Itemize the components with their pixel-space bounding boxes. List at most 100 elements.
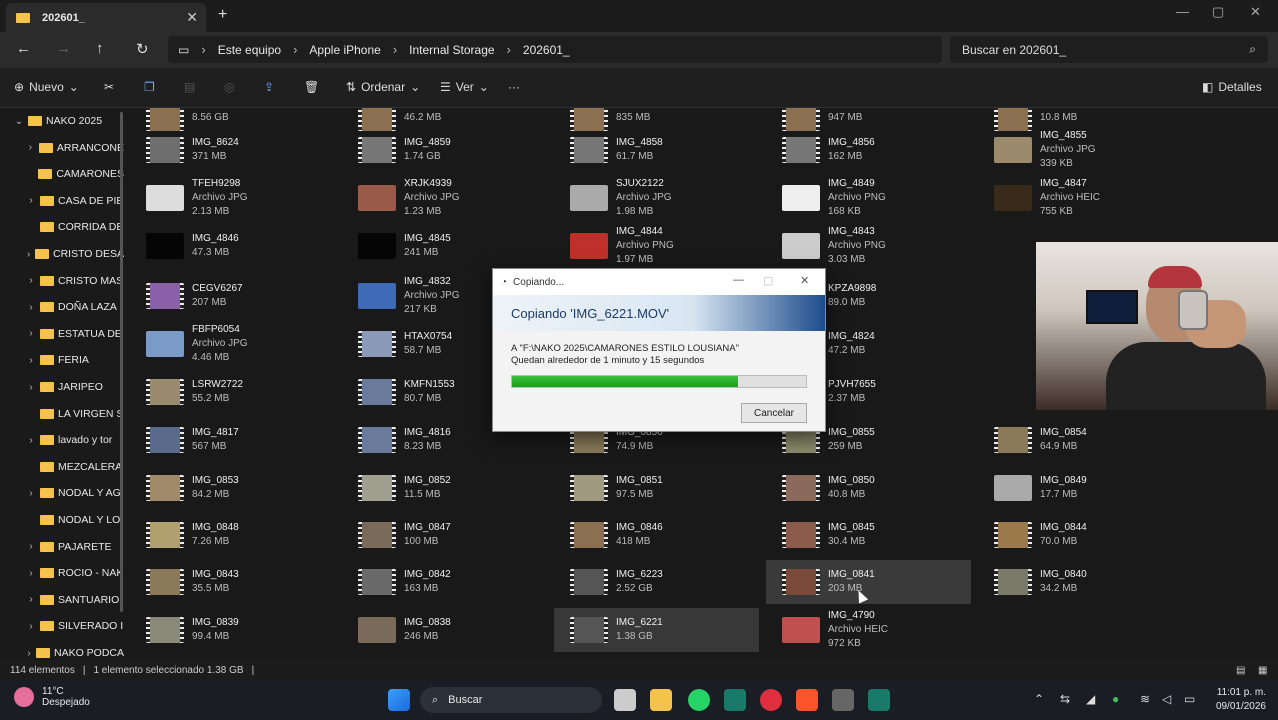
file-item[interactable]: IMG_0843 35.5 MB (130, 560, 335, 604)
address-bar[interactable]: ▭ › Este equipo › Apple iPhone › Interna… (168, 36, 942, 63)
sort-button[interactable]: ⇅ Ordenar ⌄ (346, 80, 420, 94)
file-item[interactable]: IMG_0853 84.2 MB (130, 466, 335, 510)
wifi-icon[interactable]: ≋ (1140, 692, 1150, 706)
chevron-right-icon[interactable]: › (24, 195, 38, 206)
file-item[interactable]: IMG_0847 100 MB (342, 513, 547, 557)
file-item[interactable]: XRJK4939 Archivo JPG 1.23 MB (342, 176, 547, 220)
sidebar-item[interactable]: › NAKO PODCA (0, 641, 124, 660)
sidebar-item[interactable]: NODAL Y LO (0, 508, 124, 532)
breadcrumb-202601[interactable]: 202601_ (523, 43, 570, 57)
chevron-right-icon[interactable]: › (24, 142, 37, 153)
windows-start-icon[interactable] (388, 689, 410, 711)
file-item[interactable]: IMG_0852 11.5 MB (342, 466, 547, 510)
file-item[interactable]: IMG_0851 97.5 MB (554, 466, 759, 510)
chevron-right-icon[interactable]: › (24, 355, 38, 366)
file-item[interactable]: IMG_0849 17.7 MB (978, 466, 1183, 510)
file-item[interactable]: IMG_6221 1.38 GB (554, 608, 759, 652)
file-item[interactable]: SJUX2122 Archivo JPG 1.98 MB (554, 176, 759, 220)
paste-icon[interactable]: ▤ (184, 80, 195, 94)
minimize-button[interactable]: — (1176, 4, 1189, 19)
details-view-icon[interactable]: ▤ (1236, 665, 1245, 676)
whatsapp-icon[interactable] (688, 689, 710, 711)
tab-202601[interactable]: 202601_ ✕ (6, 3, 206, 32)
up-arrow-icon[interactable]: ↑ (96, 40, 104, 57)
sidebar-item[interactable]: › SILVERADO I (0, 614, 124, 638)
new-tab-button[interactable]: + (218, 6, 227, 24)
file-item[interactable]: IMG_0844 70.0 MB (978, 513, 1183, 557)
chevron-right-icon[interactable]: › (24, 328, 38, 339)
tab-close-icon[interactable]: ✕ (186, 9, 198, 26)
sidebar-item[interactable]: CORRIDA DE (0, 215, 124, 239)
weather-widget[interactable]: 11°C Despejado (14, 686, 90, 708)
brave-browser-icon[interactable] (796, 689, 818, 711)
tray-icon[interactable]: ⇆ (1060, 692, 1070, 706)
chevron-up-icon[interactable]: ⌃ (1034, 692, 1044, 706)
sidebar-item[interactable]: › SANTUARIO (0, 588, 124, 612)
share-icon[interactable]: ⇪ (264, 80, 274, 94)
file-item[interactable]: LSRW2722 55.2 MB (130, 370, 335, 414)
app-icon[interactable] (760, 689, 782, 711)
tray-icon[interactable]: ◢ (1086, 692, 1095, 706)
file-item[interactable]: IMG_0838 246 MB (342, 608, 547, 652)
dialog-close-button[interactable]: ✕ (800, 274, 809, 287)
file-item[interactable]: IMG_0850 40.8 MB (766, 466, 971, 510)
file-explorer-icon[interactable] (650, 689, 672, 711)
file-item[interactable]: IMG_0854 64.9 MB (978, 418, 1183, 462)
back-arrow-icon[interactable]: ← (16, 40, 31, 57)
chevron-right-icon[interactable]: › (24, 249, 33, 260)
file-item[interactable]: IMG_4856 162 MB (766, 128, 971, 172)
file-item[interactable]: IMG_0840 34.2 MB (978, 560, 1183, 604)
chevron-right-icon[interactable]: › (24, 594, 38, 605)
file-item[interactable]: IMG_4859 1.74 GB (342, 128, 547, 172)
chevron-right-icon[interactable]: › (24, 382, 38, 393)
sidebar-item[interactable]: ⌄ NAKO 2025 (0, 109, 124, 133)
chevron-right-icon[interactable]: › (24, 488, 38, 499)
file-item[interactable]: IMG_4846 47.3 MB (130, 224, 335, 268)
chevron-right-icon[interactable]: › (24, 275, 38, 286)
chevron-right-icon[interactable]: › (24, 302, 38, 313)
file-item[interactable]: IMG_4845 241 MB (342, 224, 547, 268)
chevron-right-icon[interactable]: › (24, 621, 38, 632)
file-item[interactable]: IMG_0845 30.4 MB (766, 513, 971, 557)
app-icon[interactable] (724, 689, 746, 711)
file-item[interactable]: IMG_4847 Archivo HEIC 755 KB (978, 176, 1183, 220)
file-item[interactable]: IMG_0839 99.4 MB (130, 608, 335, 652)
maximize-button[interactable]: ▢ (1212, 4, 1224, 20)
chevron-right-icon[interactable]: › (24, 648, 34, 659)
sidebar-item[interactable]: › CRISTO MAS (0, 269, 124, 293)
close-button[interactable]: ✕ (1250, 4, 1261, 20)
file-item[interactable]: IMG_4843 Archivo PNG 3.03 MB (766, 224, 971, 268)
dialog-maximize-button[interactable]: ▢ (763, 274, 773, 287)
file-item[interactable]: IMG_0846 418 MB (554, 513, 759, 557)
copy-icon[interactable]: ❐ (144, 80, 155, 94)
file-item[interactable]: IMG_8624 371 MB (130, 128, 335, 172)
sidebar-item[interactable]: › ARRANCONE (0, 136, 124, 160)
new-button[interactable]: ⊕ Nuevo ⌄ (14, 80, 79, 94)
breadcrumb-este-equipo[interactable]: Este equipo (218, 43, 281, 57)
details-button[interactable]: ◧ Detalles (1202, 80, 1262, 94)
sidebar-item[interactable]: › ESTATUA DE (0, 322, 124, 346)
breadcrumb-internal-storage[interactable]: Internal Storage (409, 43, 494, 57)
breadcrumb-apple-iphone[interactable]: Apple iPhone (309, 43, 380, 57)
battery-icon[interactable]: ▭ (1184, 692, 1195, 706)
chevron-right-icon[interactable]: › (24, 568, 38, 579)
file-item[interactable]: TFEH9298 Archivo JPG 2.13 MB (130, 176, 335, 220)
app-icon[interactable] (868, 689, 890, 711)
sidebar-item[interactable]: › FERIA (0, 348, 124, 372)
file-item[interactable]: IMG_0848 7.26 MB (130, 513, 335, 557)
file-item[interactable]: IMG_6223 2.52 GB (554, 560, 759, 604)
forward-arrow-icon[interactable]: → (56, 40, 71, 57)
tiles-view-icon[interactable]: ▦ (1258, 665, 1267, 676)
delete-icon[interactable]: 🗑 (304, 80, 319, 94)
file-item[interactable]: IMG_0842 163 MB (342, 560, 547, 604)
sidebar-item[interactable]: LA VIRGEN S (0, 402, 124, 426)
file-item[interactable]: IMG_4817 567 MB (130, 418, 335, 462)
dialog-minimize-button[interactable]: — (733, 274, 744, 286)
search-input[interactable]: Buscar en 202601_ ⌕ (950, 36, 1268, 63)
file-item[interactable]: IMG_4858 61.7 MB (554, 128, 759, 172)
cut-icon[interactable]: ✂ (104, 80, 114, 94)
sidebar-item[interactable]: › PAJARETE (0, 535, 124, 559)
sidebar-item[interactable]: › JARIPEO (0, 375, 124, 399)
volume-icon[interactable]: ◁ (1162, 692, 1171, 706)
microphone-icon[interactable]: ● (1112, 692, 1119, 706)
